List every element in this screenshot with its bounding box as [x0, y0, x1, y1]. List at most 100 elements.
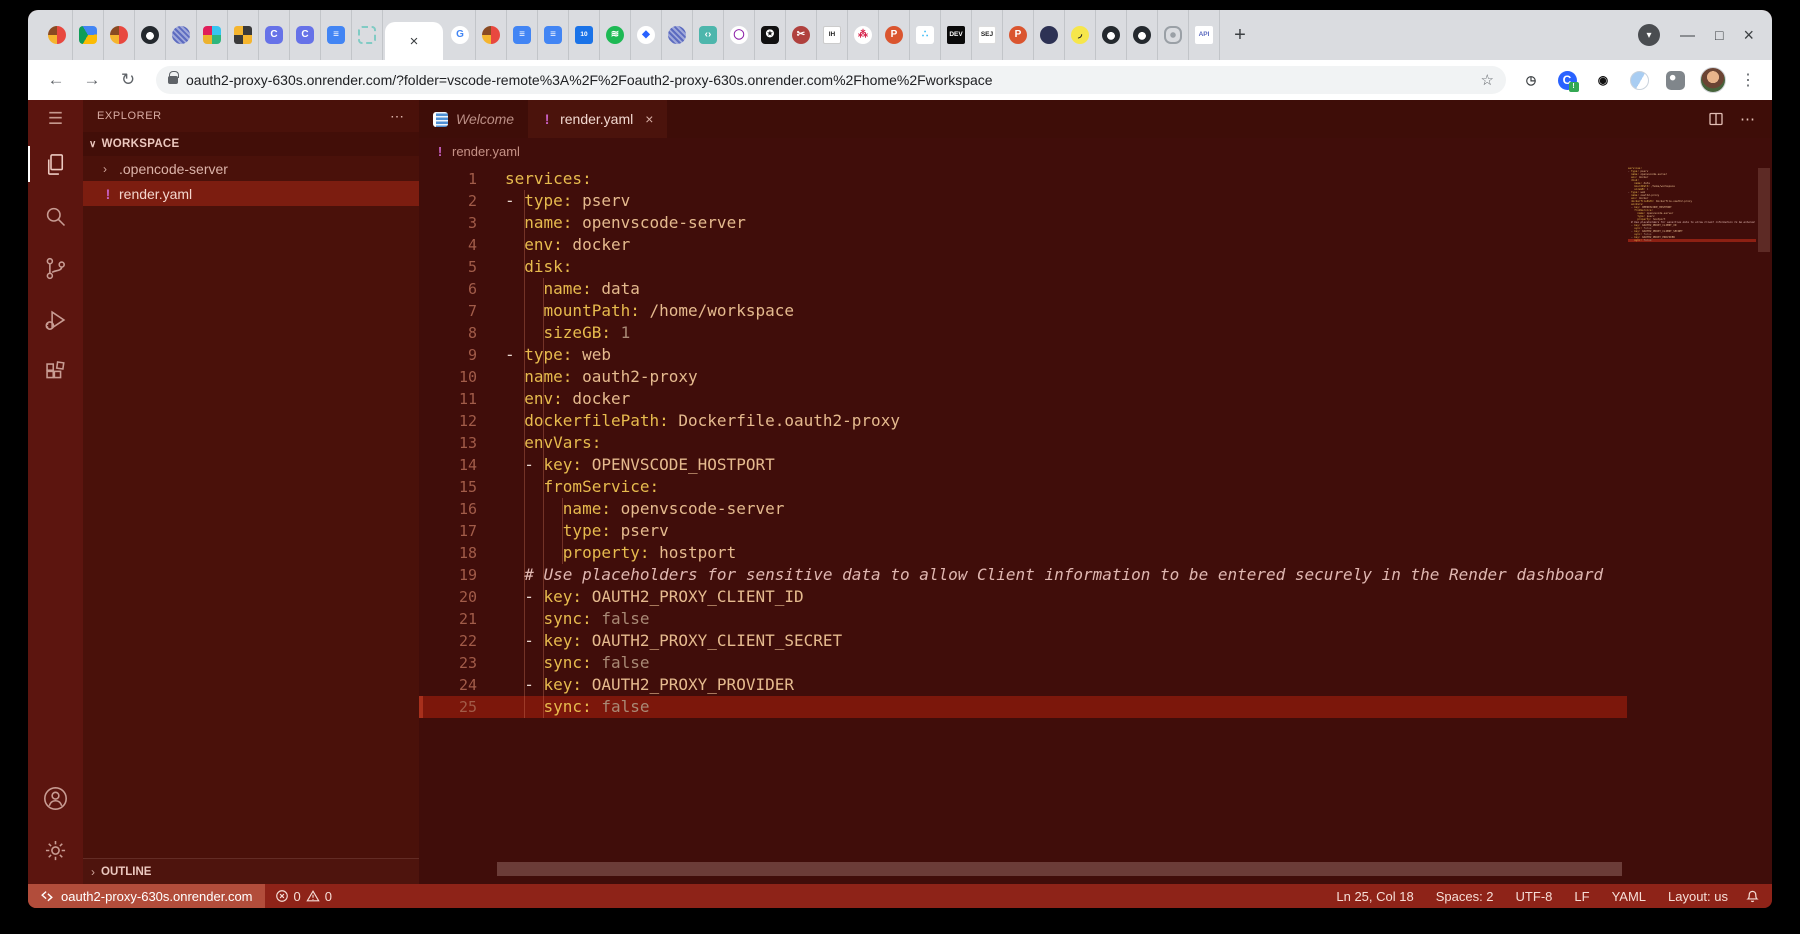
code-line-10[interactable]: 10 name: oauth2-proxy	[419, 366, 1627, 388]
code-line-11[interactable]: 11 env: docker	[419, 388, 1627, 410]
reload-button[interactable]: ↻	[114, 66, 142, 94]
pinned-tab-striped-ball[interactable]	[662, 10, 693, 60]
pinned-tab-product-hunt[interactable]: P	[1003, 10, 1034, 60]
problems-indicator[interactable]: 0 0	[265, 889, 342, 904]
pinned-tab-multicolor-app[interactable]	[104, 10, 135, 60]
pinned-tab-share-red[interactable]: ⁂	[848, 10, 879, 60]
code-line-4[interactable]: 4 env: docker	[419, 234, 1627, 256]
code-line-6[interactable]: 6 name: data	[419, 278, 1627, 300]
pinned-tab-code-teal[interactable]: ‹›	[693, 10, 724, 60]
tab-render-yaml[interactable]: ! render.yaml ×	[528, 100, 668, 138]
profile-avatar[interactable]	[1700, 67, 1726, 93]
extensions-view-button[interactable]	[28, 346, 83, 398]
pinned-tab-dev-to[interactable]: DEV	[941, 10, 972, 60]
editor-more-actions-icon[interactable]: ⋯	[1740, 110, 1756, 128]
keyboard-layout-status[interactable]: Layout: us	[1657, 889, 1739, 904]
pinned-tab-google-calendar[interactable]: 10	[569, 10, 600, 60]
search-view-button[interactable]	[28, 190, 83, 242]
tab-close-icon[interactable]: ×	[410, 33, 419, 50]
sidebar-item-opencode-server[interactable]: › .opencode-server	[83, 156, 419, 181]
pinned-tab-grid-yellow[interactable]	[228, 10, 259, 60]
pinned-tab-github[interactable]	[1127, 10, 1158, 60]
pinned-tab-api[interactable]: API	[1189, 10, 1220, 60]
close-tab-icon[interactable]: ×	[645, 111, 653, 127]
code-line-24[interactable]: 24 - key: OAUTH2_PROXY_PROVIDER	[419, 674, 1627, 696]
split-editor-icon[interactable]	[1708, 111, 1724, 127]
pinned-tab-c-app[interactable]: C	[259, 10, 290, 60]
code-line-3[interactable]: 3 name: openvscode-server	[419, 212, 1627, 234]
pinned-tab-star-badge[interactable]: ✪	[755, 10, 786, 60]
minimize-button[interactable]: —	[1680, 27, 1695, 44]
code-editor[interactable]: 1 services: 2- type: pserv 3 name: openvsco…	[419, 164, 1772, 884]
explorer-actions-icon[interactable]: ⋯	[390, 108, 405, 125]
pinned-tab-product-hunt[interactable]: P	[879, 10, 910, 60]
code-line-20[interactable]: 20 - key: OAUTH2_PROXY_CLIENT_ID	[419, 586, 1627, 608]
settings-button[interactable]	[28, 824, 83, 876]
pinned-tab-google-docs[interactable]: ≡	[538, 10, 569, 60]
code-line-15[interactable]: 15 fromService:	[419, 476, 1627, 498]
indentation-status[interactable]: Spaces: 2	[1425, 889, 1505, 904]
code-line-1[interactable]: 1 services:	[419, 168, 1627, 190]
code-line-19[interactable]: 19 # Use placeholders for sensitive data…	[419, 564, 1627, 586]
browser-menu-icon[interactable]: ⋮	[1740, 70, 1756, 90]
code-line-7[interactable]: 7 mountPath: /home/workspace	[419, 300, 1627, 322]
encoding-status[interactable]: UTF-8	[1505, 889, 1564, 904]
new-tab-button[interactable]: +	[1220, 10, 1260, 60]
accounts-button[interactable]	[28, 772, 83, 824]
pinned-tab-dots-multi[interactable]: ∴	[910, 10, 941, 60]
code-line-17[interactable]: 17 type: pserv	[419, 520, 1627, 542]
code-line-21[interactable]: 21 sync: false	[419, 608, 1627, 630]
padlock-icon[interactable]	[168, 71, 179, 84]
pinned-tab-blue-gem[interactable]: ◆	[631, 10, 662, 60]
application-menu-button[interactable]: ☰	[28, 100, 83, 138]
pinned-tab-github[interactable]	[135, 10, 166, 60]
code-line-13[interactable]: 13 envVars:	[419, 432, 1627, 454]
tab-search-button[interactable]: ▾	[1638, 24, 1661, 46]
code-line-12[interactable]: 12 dockerfilePath: Dockerfile.oauth2-pro…	[419, 410, 1627, 432]
sidebar-item-render-yaml[interactable]: ! render.yaml	[83, 181, 419, 206]
pinned-tab-sej[interactable]: SEJ	[972, 10, 1003, 60]
pinned-tab-c-app[interactable]: C	[290, 10, 321, 60]
extension-clock[interactable]: ◷	[1520, 69, 1542, 91]
pinned-tab-multicolor-app[interactable]	[476, 10, 507, 60]
breadcrumb[interactable]: ! render.yaml	[419, 138, 1772, 164]
code-line-16[interactable]: 16 name: openvscode-server	[419, 498, 1627, 520]
pinned-tab-google-docs[interactable]: ≡	[507, 10, 538, 60]
url-text[interactable]: oauth2-proxy-630s.onrender.com/?folder=v…	[186, 72, 993, 88]
pinned-tab-google[interactable]: G	[445, 10, 476, 60]
pinned-tab-slack[interactable]	[197, 10, 228, 60]
bookmark-star-icon[interactable]: ☆	[1481, 71, 1494, 89]
horizontal-scrollbar[interactable]	[497, 862, 1622, 876]
address-bar[interactable]: oauth2-proxy-630s.onrender.com/?folder=v…	[156, 66, 1506, 94]
pinned-tab-purple-ring[interactable]: ◯	[724, 10, 755, 60]
code-line-9[interactable]: 9 - type: web	[419, 344, 1627, 366]
workspace-section-header[interactable]: ∨ WORKSPACE	[83, 132, 419, 156]
pinned-tab-dashed-frame[interactable]	[352, 10, 383, 60]
pinned-tab-spotify[interactable]: ≋	[600, 10, 631, 60]
extension-puzzle[interactable]	[1664, 69, 1686, 91]
pinned-tab-gear-outline[interactable]	[1158, 10, 1189, 60]
pinned-tab-github[interactable]	[1096, 10, 1127, 60]
cursor-position-status[interactable]: Ln 25, Col 18	[1325, 889, 1424, 904]
source-control-view-button[interactable]	[28, 242, 83, 294]
code-line-2[interactable]: 2- type: pserv	[419, 190, 1627, 212]
outline-section-header[interactable]: › OUTLINE	[83, 858, 419, 884]
code-line-14[interactable]: 14 - key: OPENVSCODE_HOSTPORT	[419, 454, 1627, 476]
code-line-23[interactable]: 23 sync: false	[419, 652, 1627, 674]
pinned-tab-multicolor-app[interactable]	[42, 10, 73, 60]
code-line-22[interactable]: 22 - key: OAUTH2_PROXY_CLIENT_SECRET	[419, 630, 1627, 652]
pinned-tab-google-drive[interactable]	[73, 10, 104, 60]
code-line-25[interactable]: 25 sync: false	[419, 696, 1627, 718]
eol-status[interactable]: LF	[1563, 889, 1600, 904]
pinned-tab-indie-hackers[interactable]: IH	[817, 10, 848, 60]
notifications-bell[interactable]	[1739, 889, 1772, 904]
close-window-button[interactable]: ×	[1743, 25, 1754, 46]
extension-half-moon[interactable]	[1628, 69, 1650, 91]
language-mode-status[interactable]: YAML	[1601, 889, 1657, 904]
extension-target[interactable]: ◉	[1592, 69, 1614, 91]
pinned-tab-google-docs[interactable]: ≡	[321, 10, 352, 60]
maximize-button[interactable]: □	[1715, 27, 1723, 43]
run-debug-view-button[interactable]	[28, 294, 83, 346]
pinned-tab-navy-circle[interactable]	[1034, 10, 1065, 60]
remote-indicator[interactable]: oauth2-proxy-630s.onrender.com	[28, 884, 265, 908]
